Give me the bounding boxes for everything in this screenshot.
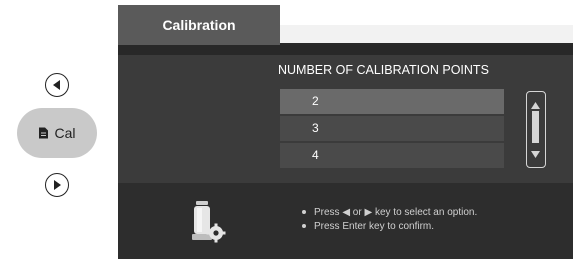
scroll-down-icon[interactable] bbox=[531, 145, 540, 163]
instructions-footer: Press ◀ or ▶ key to select an option. Pr… bbox=[118, 183, 573, 259]
header-background bbox=[280, 5, 573, 25]
options-panel: NUMBER OF CALIBRATION POINTS 2 3 4 bbox=[118, 55, 573, 183]
instruction-line: Press ◀ or ▶ key to select an option. bbox=[302, 207, 477, 218]
header-strip bbox=[280, 25, 573, 43]
left-arrow-circle-icon bbox=[52, 79, 62, 91]
prev-button[interactable] bbox=[45, 73, 69, 97]
device-screen: Calibration NUMBER OF CALIBRATION POINTS… bbox=[118, 5, 573, 259]
scrollbar[interactable] bbox=[526, 91, 546, 168]
next-button[interactable] bbox=[45, 173, 69, 197]
option-item[interactable]: 2 bbox=[280, 89, 504, 114]
probe-gear-icon bbox=[188, 199, 228, 250]
instruction-line: Press Enter key to confirm. bbox=[302, 221, 477, 232]
option-item[interactable]: 3 bbox=[280, 116, 504, 141]
document-icon bbox=[38, 127, 49, 139]
cal-mode-button[interactable]: Cal bbox=[17, 108, 97, 158]
question-label: NUMBER OF CALIBRATION POINTS bbox=[278, 63, 489, 77]
option-item[interactable]: 4 bbox=[280, 143, 504, 168]
right-arrow-circle-icon bbox=[52, 179, 62, 191]
instructions: Press ◀ or ▶ key to select an option. Pr… bbox=[302, 207, 477, 235]
cal-mode-label: Cal bbox=[54, 125, 76, 141]
scroll-thumb[interactable] bbox=[532, 111, 539, 143]
screen-title: Calibration bbox=[118, 5, 280, 45]
